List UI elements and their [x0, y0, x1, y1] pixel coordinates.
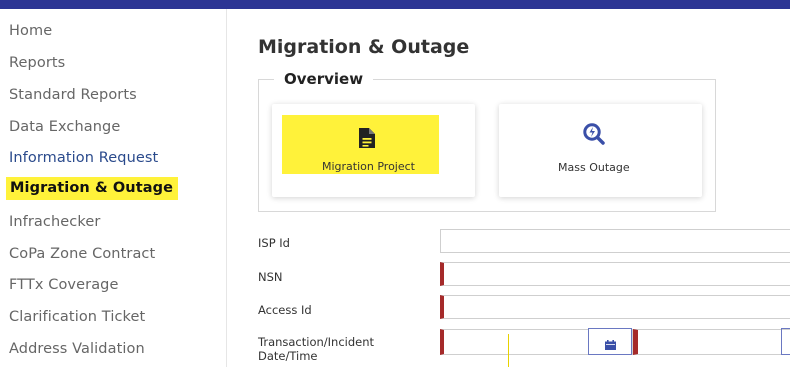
migration-project-card[interactable]: Migration Project — [272, 104, 475, 197]
sidebar-item-migration-outage[interactable]: Migration & Outage — [6, 177, 179, 200]
sidebar-item-standard-reports[interactable]: Standard Reports — [9, 87, 137, 103]
isp-id-input[interactable] — [440, 229, 790, 253]
sidebar-item-address-validation[interactable]: Address Validation — [9, 341, 145, 357]
sidebar-item-clarification-ticket[interactable]: Clarification Ticket — [9, 309, 145, 325]
sidebar-item-information-request[interactable]: Information Request — [9, 150, 158, 166]
isp-id-label: ISP Id — [258, 236, 290, 250]
nsn-input[interactable] — [440, 262, 790, 286]
document-icon — [358, 127, 376, 154]
access-id-input[interactable] — [440, 295, 790, 319]
overview-legend: Overview — [274, 70, 374, 88]
sidebar-nav: Home Reports Standard Reports Data Excha… — [0, 9, 227, 367]
access-id-label: Access Id — [258, 303, 312, 317]
sidebar-item-copa-zone-contract[interactable]: CoPa Zone Contract — [9, 246, 155, 262]
text-cursor-marker — [508, 334, 509, 367]
page-title: Migration & Outage — [258, 36, 470, 58]
top-header-bar — [0, 0, 790, 9]
datetime-label-line1: Transaction/Incident — [258, 335, 375, 349]
datetime-label: Transaction/Incident Date/Time — [258, 335, 374, 363]
calendar-button[interactable] — [588, 328, 632, 355]
migration-project-label: Migration Project — [322, 160, 415, 173]
mass-outage-label: Mass Outage — [558, 161, 630, 174]
time-picker-button[interactable] — [781, 328, 790, 355]
nsn-label: NSN — [258, 270, 283, 284]
sidebar-item-infrachecker[interactable]: Infrachecker — [9, 214, 100, 230]
mass-outage-card[interactable]: Mass Outage — [499, 104, 702, 197]
sidebar-item-home[interactable]: Home — [9, 23, 52, 39]
calendar-icon — [605, 337, 616, 355]
datetime-label-line2: Date/Time — [258, 349, 318, 363]
sidebar-item-fttx-coverage[interactable]: FTTx Coverage — [9, 277, 119, 293]
outage-search-icon — [582, 123, 606, 150]
sidebar-item-data-exchange[interactable]: Data Exchange — [9, 119, 120, 135]
time-input[interactable] — [633, 329, 790, 355]
sidebar-item-reports[interactable]: Reports — [9, 55, 65, 71]
